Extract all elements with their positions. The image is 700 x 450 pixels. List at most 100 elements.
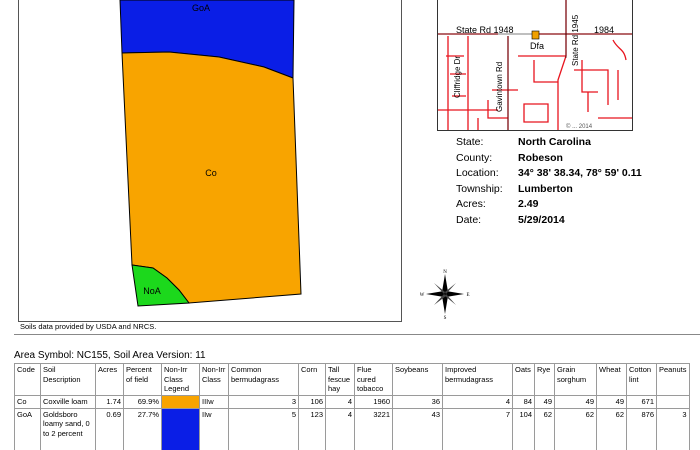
column-header: Soil Description xyxy=(40,363,96,396)
cell-common-bermuda: 5 xyxy=(228,407,299,450)
info-value: 2.49 xyxy=(518,198,539,211)
column-header: Grain sorghum xyxy=(554,363,597,396)
info-row-acres: Acres: 2.49 xyxy=(456,197,642,213)
cell-cotton: 876 xyxy=(626,407,657,450)
cell-acres: 0.69 xyxy=(95,407,124,450)
soil-label-goa: GoA xyxy=(192,3,210,13)
cell-corn: 123 xyxy=(298,407,326,450)
cell-improved-bermuda: 4 xyxy=(442,394,513,409)
compass-e: E xyxy=(466,293,469,298)
cell-peanuts xyxy=(656,394,690,409)
table-row: GoA Goldsboro loamy sand, 0 to 2 percent… xyxy=(14,407,690,450)
cell-oats: 104 xyxy=(512,407,535,450)
cell-legend xyxy=(161,394,200,409)
info-key: Acres: xyxy=(456,198,486,211)
cell-wheat: 62 xyxy=(596,407,627,450)
soil-label-noa: NoA xyxy=(143,286,161,296)
compass-s: S xyxy=(444,316,447,320)
column-header: Acres xyxy=(95,363,124,396)
cell-code: Co xyxy=(14,394,41,409)
cell-soybeans: 36 xyxy=(392,394,443,409)
cell-code: GoA xyxy=(14,407,41,450)
legend-swatch-co xyxy=(162,395,199,408)
soil-label-co: Co xyxy=(205,168,217,178)
info-value: Lumberton xyxy=(518,182,573,195)
info-value: 5/29/2014 xyxy=(518,213,565,226)
area-symbol-title: Area Symbol: NC155, Soil Area Version: 1… xyxy=(14,350,206,361)
location-marker xyxy=(531,30,540,40)
column-header: Flue cured tobacco xyxy=(354,363,393,396)
info-row-township: Township: Lumberton xyxy=(456,182,642,198)
table-row: Co Coxville loam 1.74 69.9% IIIw 3 106 4… xyxy=(14,394,690,409)
inset-copyright: © ... 2014 xyxy=(566,123,593,130)
cell-rye: 49 xyxy=(534,394,555,409)
info-key: Township: xyxy=(456,182,503,195)
cell-fescue: 4 xyxy=(325,407,355,450)
cell-legend xyxy=(161,407,200,450)
column-header: Percent of field xyxy=(123,363,162,396)
info-row-date: Date: 5/29/2014 xyxy=(456,213,642,229)
cell-desc: Coxville loam xyxy=(40,394,96,409)
compass-n: N xyxy=(443,270,447,275)
inset-road-label-gavintown: Gavintown Rd xyxy=(495,62,504,112)
soil-table-section: Area Symbol: NC155, Soil Area Version: 1… xyxy=(14,334,700,450)
cell-fescue: 4 xyxy=(325,394,355,409)
column-header: Wheat xyxy=(596,363,627,396)
inset-road-label-1945: State Rd 1945 xyxy=(571,14,580,66)
inset-road-label-cliffridge: Cliffridge Dr xyxy=(453,56,462,98)
soil-table: Code Soil Description Acres Percent of f… xyxy=(14,363,690,450)
info-value: North Carolina xyxy=(518,136,591,148)
cell-class: IIw xyxy=(199,407,229,450)
soil-map: GoA Co NoA xyxy=(18,0,402,322)
column-header: Common bermudagrass xyxy=(228,363,299,396)
column-header: Non-Irr Class xyxy=(199,363,229,396)
cell-percent: 69.9% xyxy=(123,394,162,409)
cell-class: IIIw xyxy=(199,394,229,409)
column-header: Rye xyxy=(534,363,555,396)
info-key: Location: xyxy=(456,167,499,180)
info-value: Robeson xyxy=(518,151,563,164)
table-header-row: Code Soil Description Acres Percent of f… xyxy=(14,363,690,396)
cell-sorghum: 62 xyxy=(554,407,597,450)
cell-corn: 106 xyxy=(298,394,326,409)
info-key: Date: xyxy=(456,213,482,226)
info-key: County: xyxy=(456,151,493,164)
cell-rye: 62 xyxy=(534,407,555,450)
column-header: Oats xyxy=(512,363,535,396)
inset-road-label-1948: State Rd 1948 xyxy=(456,25,514,35)
cell-common-bermuda: 3 xyxy=(228,394,299,409)
column-header: Corn xyxy=(298,363,326,396)
info-row-location: Location: 34° 38' 38.34, 78° 59' 0.11 xyxy=(456,166,642,182)
cell-improved-bermuda: 7 xyxy=(442,407,513,450)
legend-swatch-goa xyxy=(162,408,199,450)
compass-w: W xyxy=(420,293,425,298)
column-header: Improved bermudagrass xyxy=(442,363,513,396)
cell-tobacco: 1960 xyxy=(354,394,393,409)
source-note: Soils data provided by USDA and NRCS. xyxy=(20,322,157,331)
field-info: State: North Carolina County: Robeson Lo… xyxy=(456,135,642,229)
info-row-state: State: North Carolina xyxy=(456,135,642,151)
inset-map: State Rd 1948 1984 Dfa State Rd 1945 Cli… xyxy=(437,0,633,131)
column-header: Tall fescue hay xyxy=(325,363,355,396)
info-row-county: County: Robeson xyxy=(456,151,642,167)
column-header: Code xyxy=(14,363,41,396)
cell-percent: 27.7% xyxy=(123,407,162,450)
inset-road-label-1984: 1984 xyxy=(594,25,614,35)
cell-tobacco: 3221 xyxy=(354,407,393,450)
cell-desc: Goldsboro loamy sand, 0 to 2 percent xyxy=(40,407,96,450)
compass-rose-icon: N S W E xyxy=(420,268,470,321)
column-header: Cotton lint xyxy=(626,363,657,396)
info-value: 34° 38' 38.34, 78° 59' 0.11 xyxy=(518,167,642,180)
column-header: Soybeans xyxy=(392,363,443,396)
column-header: Peanuts xyxy=(656,363,690,396)
cell-oats: 84 xyxy=(512,394,535,409)
inset-marker-label: Dfa xyxy=(530,41,544,51)
cell-peanuts: 3 xyxy=(656,407,690,450)
column-header: Non-Irr Class Legend xyxy=(161,363,200,396)
cell-acres: 1.74 xyxy=(95,394,124,409)
cell-wheat: 49 xyxy=(596,394,627,409)
cell-cotton: 671 xyxy=(626,394,657,409)
info-key: State: xyxy=(456,136,484,148)
cell-sorghum: 49 xyxy=(554,394,597,409)
cell-soybeans: 43 xyxy=(392,407,443,450)
